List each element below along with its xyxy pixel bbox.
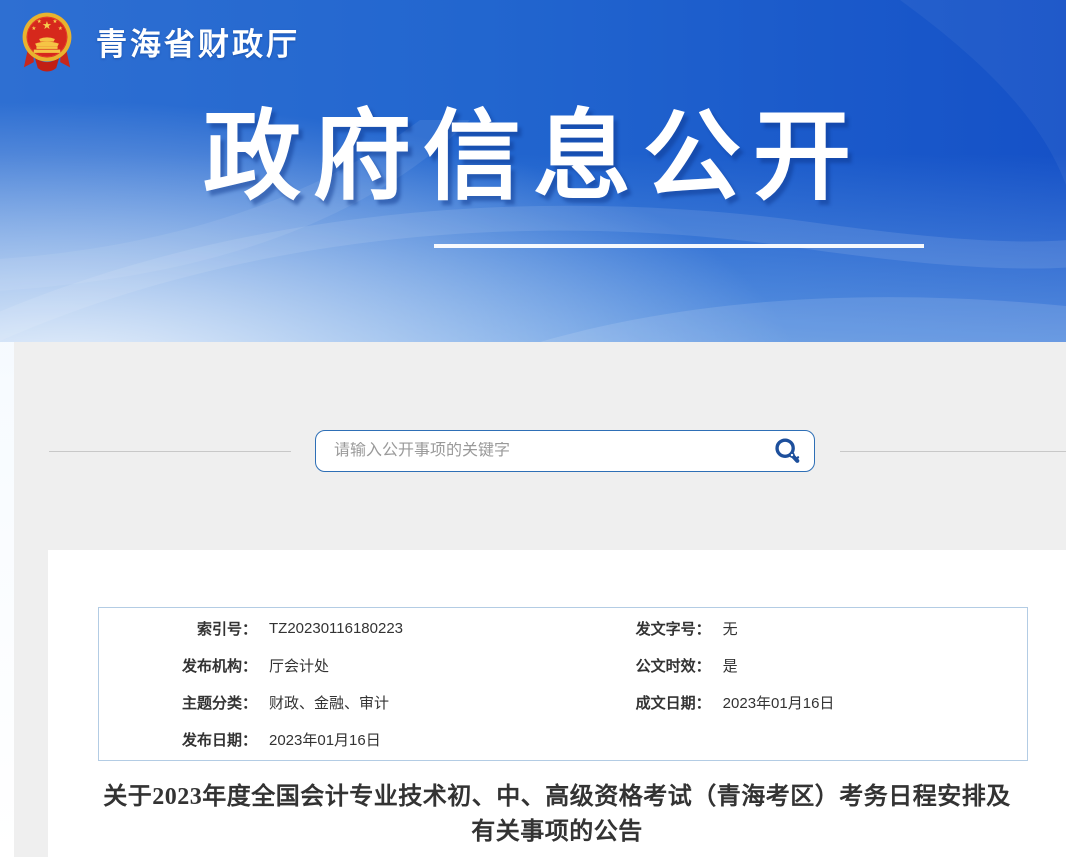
- site-header: ★ ★ ★ ★ ★ 青海省财政厅: [14, 8, 300, 74]
- site-name: 青海省财政厅: [96, 19, 300, 64]
- meta-cell-topic-category: 主题分类： 财政、金融、审计: [99, 692, 619, 713]
- svg-text:★: ★: [37, 19, 42, 25]
- content-panel: 索引号： TZ20230116180223 发文字号： 无 发布机构： 厅会计处…: [14, 342, 1066, 857]
- meta-label: 公文时效：: [619, 655, 711, 676]
- meta-value: 2023年01月16日: [269, 729, 381, 750]
- search-divider-right: [840, 451, 1066, 452]
- meta-row: 发布机构： 厅会计处 公文时效： 是: [99, 647, 1027, 684]
- meta-label: 发布机构：: [99, 655, 257, 676]
- meta-cell-validity: 公文时效： 是: [619, 655, 1027, 676]
- meta-value: 无: [723, 618, 738, 639]
- meta-label: 主题分类：: [99, 692, 257, 713]
- meta-value: TZ20230116180223: [269, 620, 403, 637]
- search-button[interactable]: [772, 436, 814, 466]
- search-box: [315, 430, 815, 472]
- meta-cell-index-number: 索引号： TZ20230116180223: [99, 618, 619, 639]
- svg-text:★: ★: [53, 19, 58, 25]
- meta-row: 主题分类： 财政、金融、审计 成文日期： 2023年01月16日: [99, 684, 1027, 721]
- meta-value: 财政、金融、审计: [269, 692, 389, 713]
- meta-cell-document-number: 发文字号： 无: [619, 618, 1027, 639]
- hero-banner: ★ ★ ★ ★ ★ 青海省财政厅 政府信息公开: [0, 0, 1066, 342]
- svg-text:★: ★: [58, 26, 63, 32]
- meta-value: 是: [723, 655, 738, 676]
- svg-text:★: ★: [42, 20, 52, 32]
- article-title: 关于2023年度全国会计专业技术初、中、高级资格考试（青海考区）考务日程安排及有…: [102, 780, 1012, 850]
- meta-cell-publish-date: 发布日期： 2023年01月16日: [99, 729, 619, 750]
- meta-value: 2023年01月16日: [723, 692, 835, 713]
- meta-value: 厅会计处: [269, 655, 329, 676]
- meta-label: 成文日期：: [619, 692, 711, 713]
- banner-underline: [434, 244, 924, 248]
- banner-title: 政府信息公开: [203, 98, 863, 216]
- meta-label: 发文字号：: [619, 618, 711, 639]
- svg-text:★: ★: [31, 26, 36, 32]
- meta-cell-issuing-agency: 发布机构： 厅会计处: [99, 655, 619, 676]
- meta-cell-written-date: 成文日期： 2023年01月16日: [619, 692, 1027, 713]
- search-divider-left: [49, 451, 291, 452]
- national-emblem-icon: ★ ★ ★ ★ ★: [14, 8, 80, 74]
- meta-label: 索引号：: [99, 618, 257, 639]
- document-meta-table: 索引号： TZ20230116180223 发文字号： 无 发布机构： 厅会计处…: [98, 607, 1028, 761]
- meta-row: 索引号： TZ20230116180223 发文字号： 无: [99, 610, 1027, 647]
- meta-row: 发布日期： 2023年01月16日: [99, 721, 1027, 758]
- meta-label: 发布日期：: [99, 729, 257, 750]
- search-input[interactable]: [316, 442, 772, 460]
- search-magnifier-icon: [772, 436, 802, 466]
- document-panel: 索引号： TZ20230116180223 发文字号： 无 发布机构： 厅会计处…: [48, 550, 1066, 857]
